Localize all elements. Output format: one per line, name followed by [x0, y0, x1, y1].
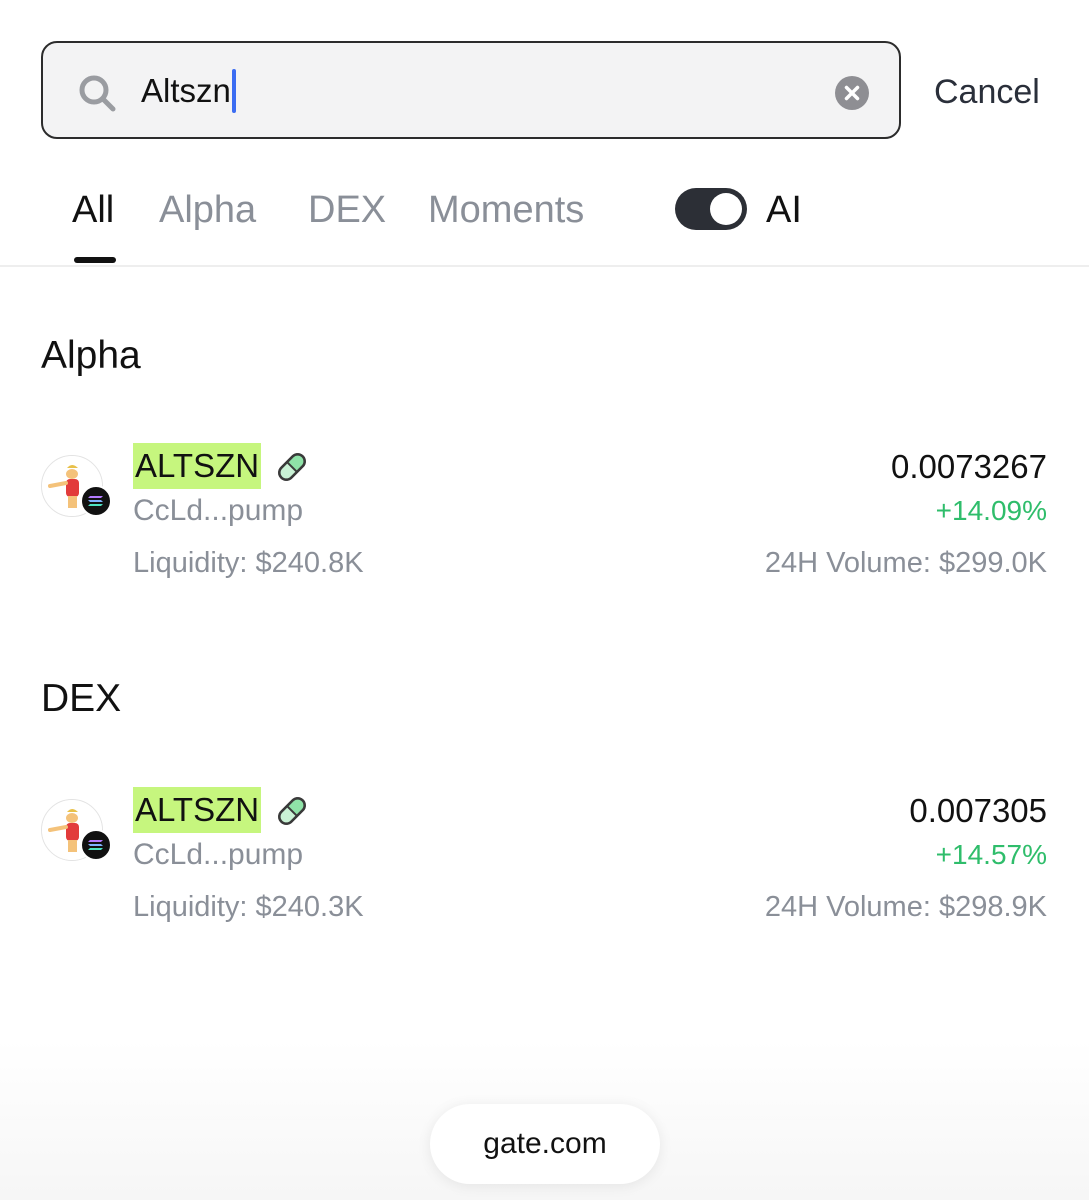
token-symbol: ALTSZN	[133, 443, 262, 489]
pill-icon	[278, 797, 306, 825]
text-caret	[231, 69, 236, 113]
ai-toggle-label: AI	[766, 189, 802, 231]
token-liquidity: Liquidity: $240.3K	[133, 891, 364, 923]
section-title-dex: DEX	[41, 677, 122, 720]
solana-logo-icon	[88, 840, 103, 850]
solana-chain-icon	[80, 485, 112, 517]
search-icon	[79, 75, 116, 112]
solana-chain-icon	[80, 829, 112, 861]
tab-dex[interactable]: DEX	[308, 186, 386, 234]
token-symbol: ALTSZN	[133, 787, 262, 833]
tab-all[interactable]: All	[72, 186, 114, 234]
clear-search-button[interactable]	[835, 76, 869, 110]
solana-logo-icon	[88, 496, 103, 506]
tab-alpha[interactable]: Alpha	[159, 186, 256, 234]
cancel-button[interactable]: Cancel	[934, 66, 1040, 118]
token-volume: 24H Volume: $299.0K	[764, 547, 1047, 579]
search-input-value: Altszn	[141, 72, 231, 109]
search-tabs: All Alpha DEX Moments AI	[0, 160, 1089, 267]
token-price: 0.0073267	[891, 448, 1047, 485]
token-volume: 24H Volume: $298.9K	[764, 891, 1047, 923]
clear-circle-icon	[844, 85, 860, 101]
search-input[interactable]: Altszn	[141, 65, 236, 117]
active-tab-indicator	[74, 257, 116, 263]
token-change: +14.57%	[935, 839, 1047, 870]
token-row-alpha[interactable]: ALTSZN CcLd...pump Liquidity: $240.8K 0.…	[0, 443, 1089, 593]
token-price: 0.007305	[909, 792, 1047, 829]
search-box[interactable]: Altszn	[41, 41, 901, 139]
ai-toggle-knob	[710, 193, 742, 225]
token-address: CcLd...pump	[133, 494, 304, 527]
token-row-dex[interactable]: ALTSZN CcLd...pump Liquidity: $240.3K 0.…	[0, 787, 1089, 937]
section-title-alpha: Alpha	[41, 334, 141, 377]
token-address: CcLd...pump	[133, 838, 304, 871]
pill-icon	[278, 453, 306, 481]
ai-toggle[interactable]	[675, 188, 747, 230]
domain-pill[interactable]: gate.com	[430, 1104, 660, 1184]
tab-moments[interactable]: Moments	[428, 186, 584, 234]
token-change: +14.09%	[935, 495, 1047, 526]
token-liquidity: Liquidity: $240.8K	[133, 547, 364, 579]
